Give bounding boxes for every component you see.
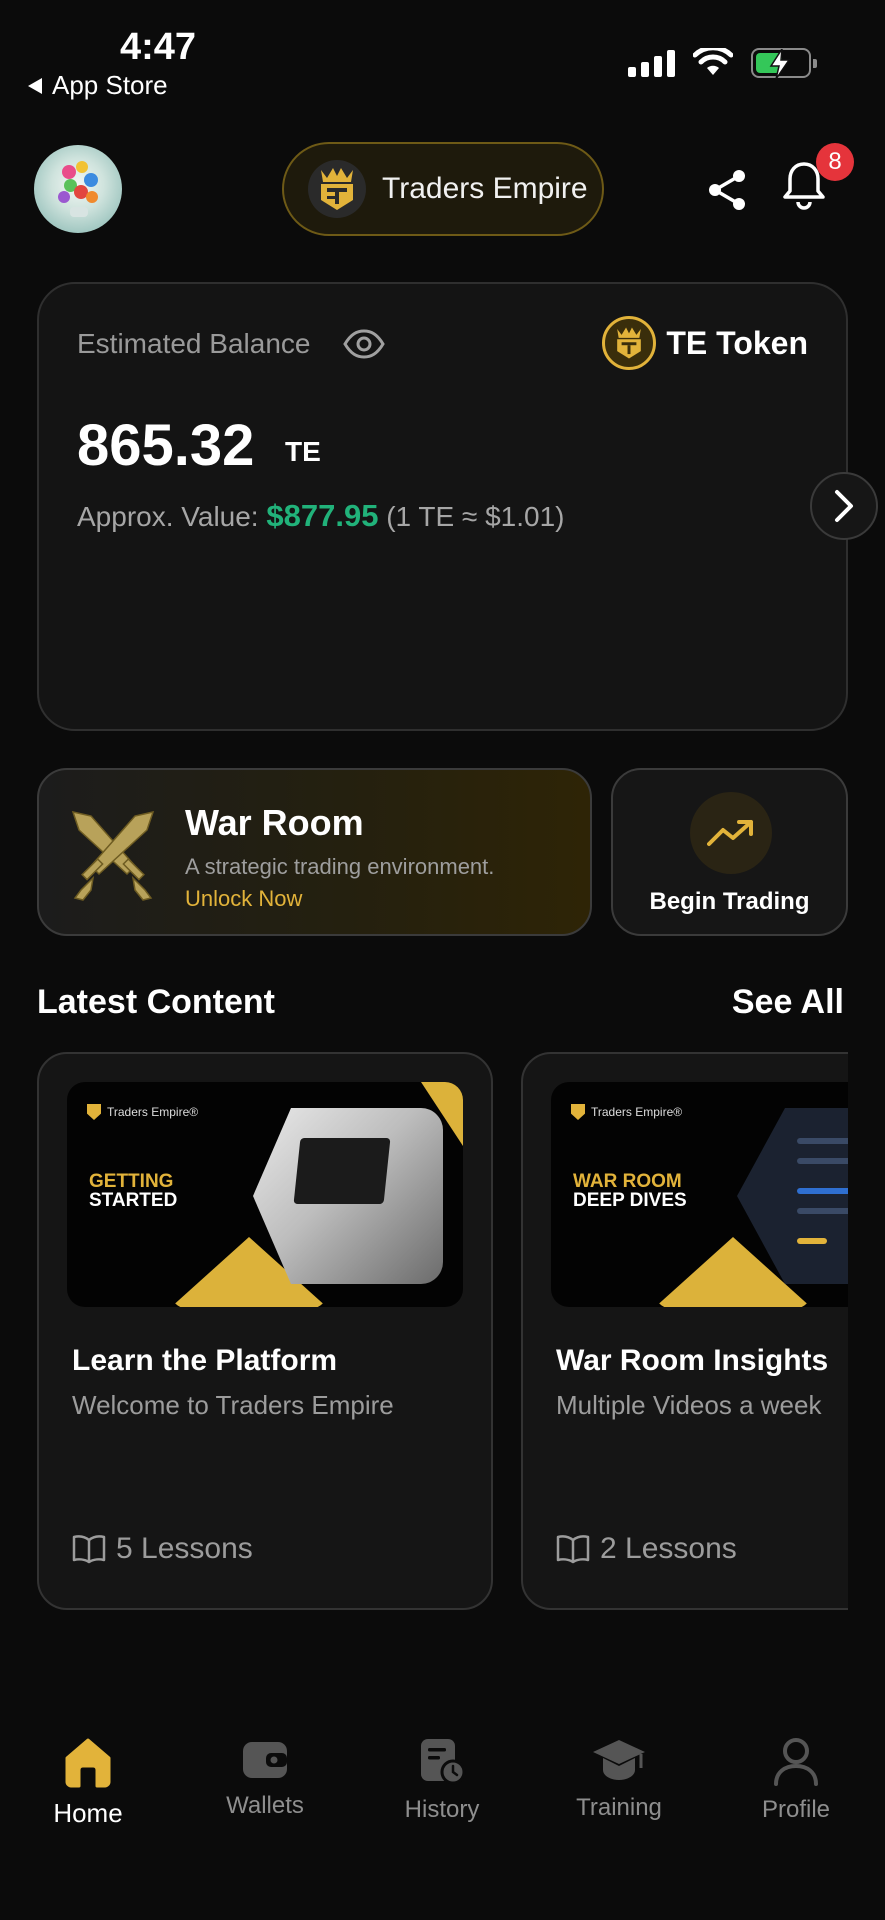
thumb-title-line2: STARTED bbox=[89, 1190, 178, 1211]
brand-name: Traders Empire bbox=[382, 172, 588, 205]
war-room-card[interactable]: War Room A strategic trading environment… bbox=[37, 768, 592, 936]
nav-wallets[interactable]: Wallets bbox=[190, 1736, 340, 1820]
thumb-title: GETTING STARTED bbox=[89, 1172, 177, 1210]
share-icon[interactable] bbox=[706, 168, 748, 212]
back-to-app-store[interactable]: App Store bbox=[28, 70, 168, 101]
thumb-brand-text: Traders Empire® bbox=[107, 1105, 199, 1119]
token-name: TE Token bbox=[666, 324, 808, 361]
balance-amount: 865.32 bbox=[77, 413, 255, 478]
content-thumbnail: Traders Empire® GETTING STARTED bbox=[67, 1082, 463, 1307]
nav-history[interactable]: History bbox=[367, 1736, 517, 1824]
nav-training[interactable]: Training bbox=[544, 1736, 694, 1822]
trending-up-icon bbox=[690, 792, 772, 874]
lessons-label: 2 Lessons bbox=[600, 1532, 737, 1565]
graduation-cap-icon bbox=[593, 1740, 645, 1780]
nav-label: Training bbox=[576, 1794, 662, 1821]
approx-rate: (1 TE ≈ $1.01) bbox=[386, 501, 565, 532]
nav-label: Home bbox=[53, 1798, 123, 1828]
thumb-title-line1: WAR ROOM bbox=[573, 1171, 682, 1192]
book-icon bbox=[556, 1535, 590, 1564]
brand-pill[interactable]: Traders Empire bbox=[282, 142, 604, 236]
balance-card[interactable]: Estimated Balance TE Token 865.32 TE App… bbox=[37, 282, 848, 731]
lessons-count: 5 Lessons bbox=[72, 1532, 253, 1566]
next-card-button[interactable] bbox=[810, 472, 878, 540]
war-room-title: War Room bbox=[185, 802, 364, 843]
notification-badge: 8 bbox=[816, 143, 854, 181]
estimated-balance-label: Estimated Balance bbox=[77, 328, 311, 359]
nav-label: Wallets bbox=[226, 1792, 304, 1819]
history-icon bbox=[421, 1739, 466, 1785]
lessons-count: 2 Lessons bbox=[556, 1532, 737, 1566]
home-icon bbox=[65, 1738, 111, 1788]
te-token-icon bbox=[602, 316, 657, 370]
see-all-button[interactable]: See All bbox=[732, 983, 844, 1022]
brand-mini-logo-icon bbox=[87, 1104, 101, 1120]
begin-trading-card[interactable]: Begin Trading bbox=[611, 768, 848, 936]
latest-content-title: Latest Content bbox=[37, 983, 275, 1021]
thumb-title: WAR ROOM DEEP DIVES bbox=[573, 1172, 687, 1210]
content-card-war-room-insights[interactable]: Traders Empire® WAR ROOM DEEP DIVES War … bbox=[521, 1052, 848, 1610]
avatar[interactable] bbox=[34, 145, 122, 233]
lessons-label: 5 Lessons bbox=[116, 1532, 253, 1565]
thumb-brand-text: Traders Empire® bbox=[591, 1105, 683, 1119]
eye-icon[interactable] bbox=[343, 328, 385, 360]
approx-usd-value: $877.95 bbox=[266, 498, 379, 533]
laptop-photo bbox=[253, 1108, 443, 1284]
book-icon bbox=[72, 1535, 106, 1564]
thumb-title-line1: GETTING bbox=[89, 1171, 174, 1192]
back-arrow-icon bbox=[28, 77, 42, 94]
chevron-right-icon bbox=[835, 490, 853, 522]
approx-value: Approx. Value: $877.95 (1 TE ≈ $1.01) bbox=[77, 498, 565, 534]
unlock-now-link[interactable]: Unlock Now bbox=[185, 886, 302, 912]
content-carousel[interactable]: Traders Empire® GETTING STARTED Learn th… bbox=[37, 1052, 848, 1612]
nav-label: Profile bbox=[761, 1796, 831, 1823]
content-card-title: Learn the Platform bbox=[72, 1344, 338, 1377]
bottom-nav: Home Wallets History Training Profile bbox=[0, 1700, 885, 1860]
content-card-subtitle: Welcome to Traders Empire bbox=[72, 1390, 394, 1420]
begin-trading-label: Begin Trading bbox=[649, 888, 810, 915]
brand-mini-logo-icon bbox=[571, 1104, 585, 1120]
content-thumbnail: Traders Empire® WAR ROOM DEEP DIVES bbox=[551, 1082, 848, 1307]
crossed-swords-icon bbox=[71, 810, 155, 901]
nav-label: History bbox=[404, 1796, 480, 1823]
balance-unit: TE bbox=[285, 436, 321, 467]
battery-icon bbox=[751, 48, 817, 79]
nav-home[interactable]: Home bbox=[13, 1736, 163, 1829]
war-room-subtitle: A strategic trading environment. bbox=[185, 854, 495, 879]
approx-prefix: Approx. Value: bbox=[77, 501, 259, 532]
status-indicators bbox=[628, 48, 817, 79]
profile-icon bbox=[774, 1738, 818, 1786]
content-card-title: War Room Insights bbox=[556, 1344, 829, 1377]
token-selector[interactable]: TE Token bbox=[602, 316, 808, 370]
wifi-icon bbox=[693, 48, 733, 75]
thumb-title-line2: DEEP DIVES bbox=[573, 1190, 687, 1211]
back-label: App Store bbox=[52, 70, 168, 100]
nav-profile[interactable]: Profile bbox=[721, 1736, 871, 1824]
traders-empire-logo-icon bbox=[308, 160, 366, 218]
status-time: 4:47 bbox=[120, 26, 197, 68]
cellular-signal-icon bbox=[628, 49, 675, 77]
content-card-subtitle: Multiple Videos a week bbox=[556, 1390, 822, 1420]
wallet-icon bbox=[243, 1742, 287, 1778]
content-card-learn-platform[interactable]: Traders Empire® GETTING STARTED Learn th… bbox=[37, 1052, 493, 1610]
